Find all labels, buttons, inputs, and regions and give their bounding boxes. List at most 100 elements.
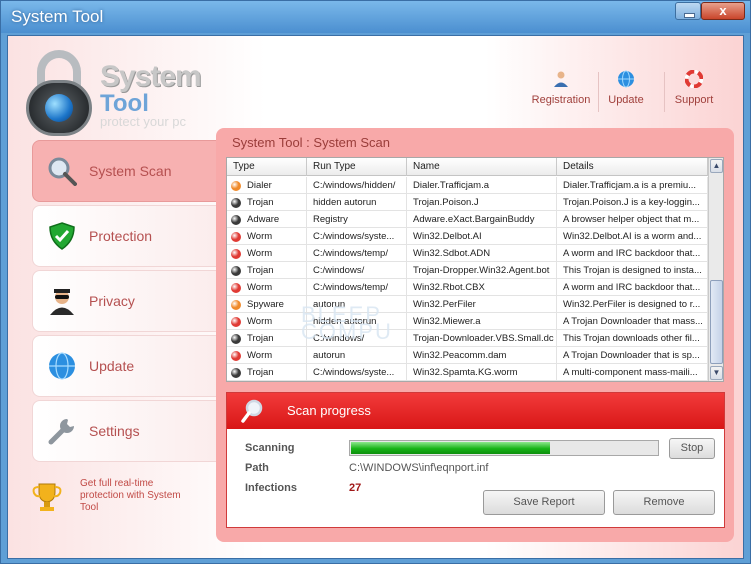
column-header-details[interactable]: Details xyxy=(557,158,708,176)
cell-text: Trojan-Dropper.Win32.Agent.bot xyxy=(413,265,550,276)
cell-text: Spyware xyxy=(247,299,284,310)
table-row[interactable]: Trojan hidden autorun Trojan.Poison.J Troja… xyxy=(227,194,708,211)
app-window: System Tool x System Tool protect your p… xyxy=(0,0,751,564)
table-row[interactable]: Dialer C:/windows/hidden/Dialer.Trafficja… xyxy=(227,177,708,194)
sidebar-item-system-scan[interactable]: System Scan xyxy=(32,140,222,202)
table-cell-details: Dialer.Trafficjam.a is a premiu... xyxy=(557,177,708,194)
remove-button[interactable]: Remove xyxy=(613,490,715,515)
column-header-type[interactable]: Type xyxy=(227,158,307,176)
cell-text: Registry xyxy=(313,214,348,225)
scan-progress-box: Scan progress Scanning Stop Path C:\WIND… xyxy=(226,392,725,528)
cell-text: Win32.Spamta.KG.worm xyxy=(413,367,518,378)
padlock-body xyxy=(26,80,92,136)
path-label: Path xyxy=(245,462,269,474)
cell-text: Win32.Rbot.CBX xyxy=(413,282,485,293)
sidebar-item-protection[interactable]: Protection xyxy=(32,205,222,267)
threat-severity-icon xyxy=(231,283,241,293)
cell-text: Dialer.Trafficjam.a is a premiu... xyxy=(563,180,697,191)
table-cell-run: C:/windows/syste... xyxy=(307,228,407,245)
cell-text: C:/windows/syste... xyxy=(313,231,395,242)
table-cell-details: A Trojan Downloader that is sp... xyxy=(557,347,708,364)
table-row[interactable]: Worm hidden autorun Win32.Miewer.a A Trojan… xyxy=(227,313,708,330)
panel-title: System Tool : System Scan xyxy=(232,135,390,150)
table-header: Type Run Type Name Details xyxy=(227,158,708,176)
table-cell-name: Trojan-Dropper.Win32.Agent.bot xyxy=(407,262,557,279)
cell-text: hidden autorun xyxy=(313,197,377,208)
table-cell-type: Trojan xyxy=(227,330,307,347)
threat-table: Type Run Type Name Details Dialer C:/wind… xyxy=(226,157,724,382)
cell-text: A browser helper object that m... xyxy=(563,214,700,225)
vertical-scrollbar[interactable]: ▲ ▼ xyxy=(708,158,723,381)
table-cell-type: Adware xyxy=(227,211,307,228)
update-button[interactable]: Update xyxy=(594,70,658,106)
save-report-button[interactable]: Save Report xyxy=(483,490,605,515)
table-cell-details: Win32.PerFiler is designed to r... xyxy=(557,296,708,313)
upsell-link[interactable]: Get full real-time protection with Syste… xyxy=(80,478,200,514)
table-row[interactable]: Trojan C:/windows/syste... Win32.Spamta.KG… xyxy=(227,364,708,381)
table-cell-run: hidden autorun xyxy=(307,194,407,211)
threat-severity-icon xyxy=(231,351,241,361)
cell-text: Trojan xyxy=(247,197,274,208)
support-button[interactable]: Support xyxy=(662,70,726,106)
cell-text: Worm xyxy=(247,316,273,327)
title-bar[interactable]: System Tool x xyxy=(1,1,750,33)
support-label: Support xyxy=(674,94,714,106)
cell-text: Trojan xyxy=(247,265,274,276)
table-row[interactable]: Spyware autorun Win32.PerFiler Win32.PerFil… xyxy=(227,296,708,313)
column-header-run-type[interactable]: Run Type xyxy=(307,158,407,176)
table-row[interactable]: Trojan C:/windows/Trojan-Downloader.VBS.S… xyxy=(227,330,708,347)
table-row[interactable]: Worm C:/windows/temp/Win32.Sdbot.ADN A wor… xyxy=(227,245,708,262)
table-cell-run: C:/windows/temp/ xyxy=(307,245,407,262)
update-label: Update xyxy=(608,94,644,106)
stop-button[interactable]: Stop xyxy=(669,438,715,459)
scrollbar-thumb[interactable] xyxy=(710,280,723,364)
table-cell-details: A worm and IRC backdoor that... xyxy=(557,279,708,296)
table-cell-type: Trojan xyxy=(227,364,307,381)
sidebar-item-privacy[interactable]: Privacy xyxy=(32,270,222,332)
table-cell-name: Adware.eXact.BargainBuddy xyxy=(407,211,557,228)
table-cell-type: Worm xyxy=(227,245,307,262)
table-row[interactable]: Worm C:/windows/syste... Win32.Delbot.AI Wi… xyxy=(227,228,708,245)
close-button[interactable]: x xyxy=(701,2,745,20)
registration-button[interactable]: Registration xyxy=(529,70,593,106)
sidebar-item-update[interactable]: Update xyxy=(32,335,222,397)
padlock-logo-icon xyxy=(26,50,92,136)
table-row[interactable]: Worm C:/windows/temp/Win32.Rbot.CBX A worm… xyxy=(227,279,708,296)
globe-icon xyxy=(45,94,73,122)
table-cell-name: Trojan.Poison.J xyxy=(407,194,557,211)
table-row[interactable]: Worm autorun Win32.Peacomm.dam A Trojan Dow… xyxy=(227,347,708,364)
table-cell-details: Trojan.Poison.J is a key-loggin... xyxy=(557,194,708,211)
threat-severity-icon xyxy=(231,249,241,259)
table-cell-details: This Trojan is designed to insta... xyxy=(557,262,708,279)
lifebuoy-icon xyxy=(685,70,703,88)
cell-text: autorun xyxy=(313,350,346,361)
cell-text: Worm xyxy=(247,350,273,361)
table-row[interactable]: Trojan C:/windows/Trojan-Dropper.Win32.Ag… xyxy=(227,262,708,279)
sidebar-item-settings[interactable]: Settings xyxy=(32,400,222,462)
globe-icon xyxy=(49,352,75,380)
table-cell-run: C:/windows/syste... xyxy=(307,364,407,381)
table-row[interactable]: Adware Registry Adware.eXact.BargainBuddy A… xyxy=(227,211,708,228)
cell-text: A Trojan Downloader that is sp... xyxy=(563,350,700,361)
cell-text: Trojan.Poison.J xyxy=(413,197,479,208)
table-cell-details: A worm and IRC backdoor that... xyxy=(557,245,708,262)
cell-text: Trojan.Poison.J is a key-loggin... xyxy=(563,197,700,208)
table-cell-run: C:/windows/ xyxy=(307,262,407,279)
cell-text: A Trojan Downloader that mass... xyxy=(563,316,703,327)
user-icon xyxy=(554,71,568,87)
scan-progress-header: Scan progress xyxy=(227,393,724,429)
magnifier-icon xyxy=(48,157,77,186)
table-cell-run: C:/windows/temp/ xyxy=(307,279,407,296)
threat-severity-icon xyxy=(231,232,241,242)
scroll-down-icon[interactable]: ▼ xyxy=(710,366,723,380)
column-header-name[interactable]: Name xyxy=(407,158,557,176)
scroll-up-icon[interactable]: ▲ xyxy=(710,159,723,173)
cell-text: Worm xyxy=(247,282,273,293)
sidebar-item-label: Privacy xyxy=(89,293,135,309)
minimize-button[interactable] xyxy=(675,2,701,20)
table-cell-name: Win32.PerFiler xyxy=(407,296,557,313)
cell-text: Win32.PerFiler is designed to r... xyxy=(563,299,701,310)
cell-text: Worm xyxy=(247,231,273,242)
table-cell-name: Dialer.Trafficjam.a xyxy=(407,177,557,194)
table-cell-details: A browser helper object that m... xyxy=(557,211,708,228)
